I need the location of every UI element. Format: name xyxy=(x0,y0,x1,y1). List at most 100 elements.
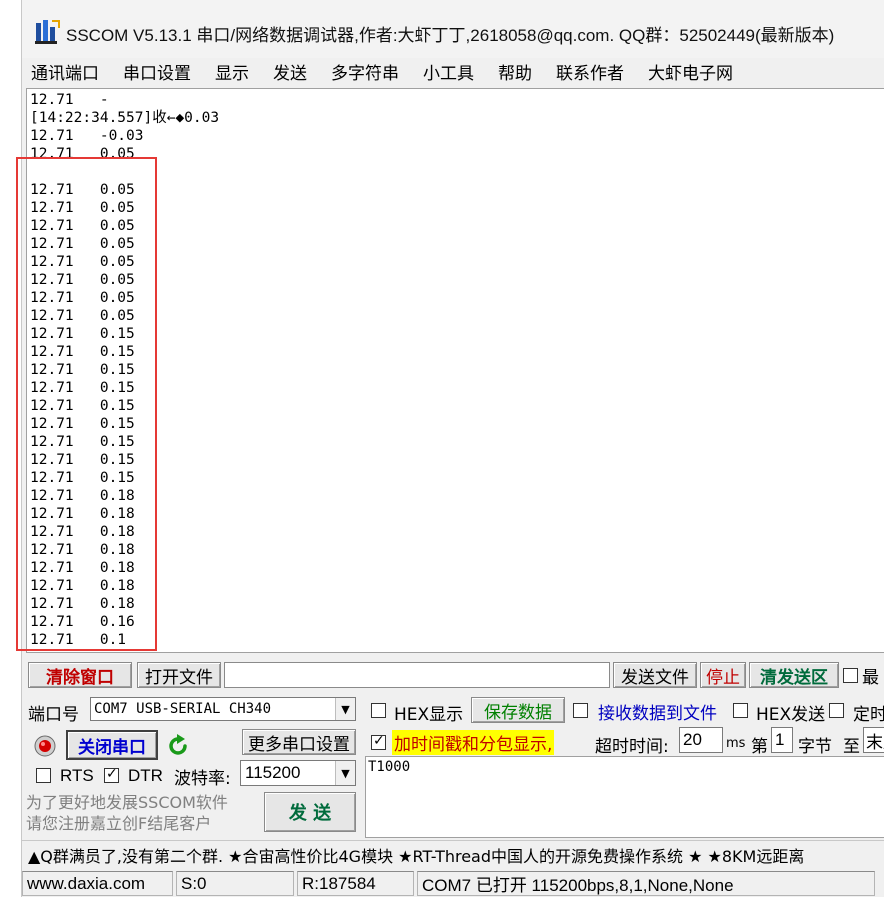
window-title: SSCOM V5.13.1 串口/网络数据调试器,作者:大虾丁丁,2618058… xyxy=(66,26,835,45)
receive-line: 12.71 0.18 xyxy=(30,560,135,576)
receive-line: 12.71 0.15 xyxy=(30,416,135,432)
app-window: SSCOM V5.13.1 串口/网络数据调试器,作者:大虾丁丁,2618058… xyxy=(21,0,884,897)
receive-line: 12.71 0.05 xyxy=(30,272,135,288)
record-icon xyxy=(34,735,56,757)
baud-select-value: 115200 xyxy=(245,763,301,782)
receive-line: 12.71 0.15 xyxy=(30,434,135,450)
menu-comm-port[interactable]: 通讯端口 xyxy=(28,59,102,84)
promo-text[interactable]: 为了更好地发展SSCOM软件 请您注册嘉立创F结尾客户 xyxy=(26,792,228,834)
status-bar: www.daxia.com S:0 R:187584 COM7 已打开 1152… xyxy=(22,870,884,897)
receive-line: 12.71 0.18 xyxy=(30,542,135,558)
receive-line: 12.71 0.05 xyxy=(30,200,135,216)
news-ticker-text: ▲Q群满员了,没有第二个群. ★合宙高性价比4G模块 ★RT-Thread中国人… xyxy=(28,846,805,866)
receive-line: 12.71 0.05 xyxy=(30,236,135,252)
receive-line: 12.71 0.05 xyxy=(30,290,135,306)
receive-line: 12.71 0.18 xyxy=(30,596,135,612)
receive-line: 12.71 0.05 xyxy=(30,308,135,324)
menu-bar: 通讯端口 串口设置 显示 发送 多字符串 小工具 帮助 联系作者 大虾电子网 xyxy=(22,58,884,85)
receive-line: 12.71 0.15 xyxy=(30,344,135,360)
timestamp-checkbox[interactable] xyxy=(371,733,386,750)
rts-checkbox[interactable] xyxy=(36,768,51,783)
status-port-state: COM7 已打开 115200bps,8,1,None,None xyxy=(417,871,875,896)
receive-lines: 12.71 - [14:22:34.557]收←◆0.03 12.71 -0.03 1… xyxy=(30,91,219,649)
menu-help[interactable]: 帮助 xyxy=(495,59,535,84)
receive-line: 12.71 0.05 xyxy=(30,254,135,270)
receive-line: 12.71 0.16 xyxy=(30,614,135,630)
menu-send[interactable]: 发送 xyxy=(270,59,310,84)
timestamp-label: 加时间戳和分包显示, xyxy=(392,730,555,755)
receive-line: 12.71 0.1 xyxy=(30,632,127,648)
refresh-icon[interactable] xyxy=(166,734,190,758)
chevron-down-icon: ▼ xyxy=(335,761,355,785)
clear-send-button[interactable]: 清发送区 xyxy=(749,662,839,688)
receive-line: 12.71 0.05 xyxy=(30,182,135,198)
menu-display[interactable]: 显示 xyxy=(212,59,252,84)
timeout-input[interactable]: 20 xyxy=(679,727,723,753)
port-label: 端口号 xyxy=(28,705,79,725)
chevron-down-icon: ▼ xyxy=(335,698,355,720)
receive-area[interactable]: 12.71 - [14:22:34.557]收←◆0.03 12.71 -0.03 1… xyxy=(26,88,884,653)
hex-display-label: HEX显示 xyxy=(394,705,464,725)
byte-label: 字节 xyxy=(798,737,832,757)
timeout-value: 20 xyxy=(683,730,702,749)
menu-daxia-site[interactable]: 大虾电子网 xyxy=(645,59,736,84)
nth-byte-value: 1 xyxy=(775,730,785,749)
receive-line xyxy=(30,163,219,181)
recv-to-file-label: 接收数据到文件 xyxy=(598,704,717,724)
hex-display-checkbox[interactable] xyxy=(371,703,386,718)
status-site[interactable]: www.daxia.com xyxy=(22,871,173,896)
nth-label: 第 xyxy=(751,737,768,757)
app-icon xyxy=(35,20,60,44)
title-bar: SSCOM V5.13.1 串口/网络数据调试器,作者:大虾丁丁,2618058… xyxy=(22,0,884,58)
timed-send-checkbox[interactable] xyxy=(829,703,844,718)
receive-line: 12.71 0.05 xyxy=(30,218,135,234)
receive-line: 12.71 -0.03 xyxy=(30,128,144,144)
receive-line: 12.71 0.15 xyxy=(30,380,135,396)
send-file-button[interactable]: 发送文件 xyxy=(613,662,697,688)
promo-line-1: 为了更好地发展SSCOM软件 xyxy=(26,793,228,812)
clear-window-button[interactable]: 清除窗口 xyxy=(28,662,132,688)
menu-contact-author[interactable]: 联系作者 xyxy=(553,59,627,84)
send-textarea[interactable]: T1000 xyxy=(365,756,884,838)
port-select[interactable]: COM7 USB-SERIAL CH340 ▼ xyxy=(90,697,356,721)
save-data-button[interactable]: 保存数据 xyxy=(471,697,565,723)
receive-line: 12.71 0.15 xyxy=(30,326,135,342)
receive-line: 12.71 0.18 xyxy=(30,524,135,540)
timeout-label: 超时时间: xyxy=(595,737,669,757)
send-text-value: T1000 xyxy=(368,759,411,775)
file-path-input[interactable] xyxy=(224,662,610,688)
menu-serial-settings[interactable]: 串口设置 xyxy=(120,59,194,84)
menu-tools[interactable]: 小工具 xyxy=(420,59,477,84)
receive-line: 12.71 0.15 xyxy=(30,398,135,414)
baud-label: 波特率: xyxy=(174,769,231,789)
end-select[interactable]: 末尾 xyxy=(863,727,884,753)
dtr-label: DTR xyxy=(128,766,163,785)
open-file-button[interactable]: 打开文件 xyxy=(137,662,221,688)
nth-byte-input[interactable]: 1 xyxy=(771,727,793,753)
menu-multi-string[interactable]: 多字符串 xyxy=(328,59,402,84)
receive-line: 12.71 0.15 xyxy=(30,362,135,378)
stop-button[interactable]: 停止 xyxy=(700,662,746,688)
send-button[interactable]: 发 送 xyxy=(264,792,356,832)
recv-to-file-checkbox[interactable] xyxy=(573,703,588,718)
timed-send-label: 定时 xyxy=(853,705,884,725)
baud-select[interactable]: 115200 ▼ xyxy=(240,760,356,786)
news-ticker[interactable]: ▲Q群满员了,没有第二个群. ★合宙高性价比4G模块 ★RT-Thread中国人… xyxy=(22,840,884,868)
hex-send-label: HEX发送 xyxy=(756,705,826,725)
more-settings-button[interactable]: 更多串口设置 xyxy=(242,729,356,755)
port-select-value: COM7 USB-SERIAL CH340 xyxy=(94,701,272,717)
receive-line: 12.71 0.05 xyxy=(30,146,135,162)
last-checkbox[interactable] xyxy=(843,667,858,683)
receive-line: 12.71 0.15 xyxy=(30,452,135,468)
timeout-unit: ms xyxy=(726,736,746,751)
close-port-button[interactable]: 关闭串口 xyxy=(66,730,158,760)
receive-line: 12.71 0.18 xyxy=(30,488,135,504)
receive-line: 12.71 - xyxy=(30,92,109,108)
port-panel: 端口号 COM7 USB-SERIAL CH340 ▼ 关闭串口 更多串口设置 … xyxy=(26,694,360,838)
options-panel: HEX显示 保存数据 接收数据到文件 HEX发送 定时 加时间戳和分包显示, 超… xyxy=(365,694,884,838)
receive-line: 12.71 0.18 xyxy=(30,578,135,594)
hex-send-checkbox[interactable] xyxy=(733,703,748,718)
status-received-count: R:187584 xyxy=(297,871,414,896)
rts-label: RTS xyxy=(60,766,94,785)
dtr-checkbox[interactable] xyxy=(104,766,119,783)
